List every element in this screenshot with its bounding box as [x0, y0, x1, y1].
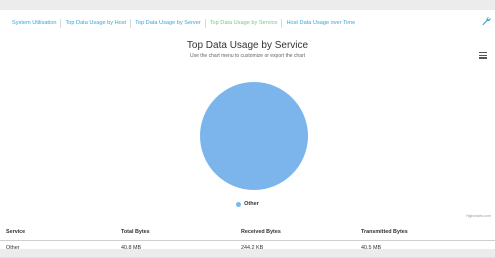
- chart-legend[interactable]: Other: [0, 201, 495, 207]
- cell-service: Other: [6, 245, 20, 251]
- cell-transmitted-bytes: 40.5 MB: [361, 245, 382, 251]
- hamburger-menu-icon: [479, 54, 487, 56]
- pie-chart: [200, 82, 308, 190]
- legend-item-label[interactable]: Other: [244, 201, 259, 207]
- top-strip: [0, 0, 495, 10]
- tab-system-utilisation[interactable]: System Utilisation: [8, 18, 60, 28]
- table-header-row: Service Total Bytes Received Bytes Trans…: [0, 225, 495, 241]
- table-row: Other 40.8 MB 244.2 KB 40.5 MB: [0, 241, 495, 258]
- cell-total-bytes: 40.8 MB: [121, 245, 142, 251]
- report-tabs: System Utilisation Top Data Usage by Hos…: [8, 16, 359, 30]
- chart-credits[interactable]: Highcharts.com: [466, 214, 491, 218]
- chart-title: Top Data Usage by Service: [186, 40, 309, 51]
- pie-slice-other[interactable]: [200, 82, 308, 190]
- column-header-received-bytes[interactable]: Received Bytes: [241, 229, 281, 235]
- tab-host-data-usage-over-time[interactable]: Host Data Usage over Time: [282, 18, 359, 28]
- column-header-transmitted-bytes[interactable]: Transmitted Bytes: [361, 229, 408, 235]
- tab-top-data-usage-by-service[interactable]: Top Data Usage by Service: [206, 18, 282, 28]
- hamburger-menu-icon: [479, 52, 487, 54]
- hamburger-menu-icon: [479, 57, 487, 59]
- usage-table: Service Total Bytes Received Bytes Trans…: [0, 225, 495, 258]
- wrench-icon[interactable]: [481, 16, 491, 26]
- chart-subtitle: Use the chart menu to customize or expor…: [189, 53, 306, 59]
- legend-marker: [236, 201, 242, 207]
- tab-top-data-usage-by-server[interactable]: Top Data Usage by Server: [131, 18, 205, 28]
- column-header-service[interactable]: Service: [6, 229, 25, 235]
- column-header-total-bytes[interactable]: Total Bytes: [121, 229, 150, 235]
- tab-top-data-usage-by-host[interactable]: Top Data Usage by Host: [61, 18, 130, 28]
- chart-menu-button[interactable]: [478, 50, 488, 60]
- report-panel: System Utilisation Top Data Usage by Hos…: [0, 10, 495, 258]
- cell-received-bytes: 244.2 KB: [241, 245, 264, 251]
